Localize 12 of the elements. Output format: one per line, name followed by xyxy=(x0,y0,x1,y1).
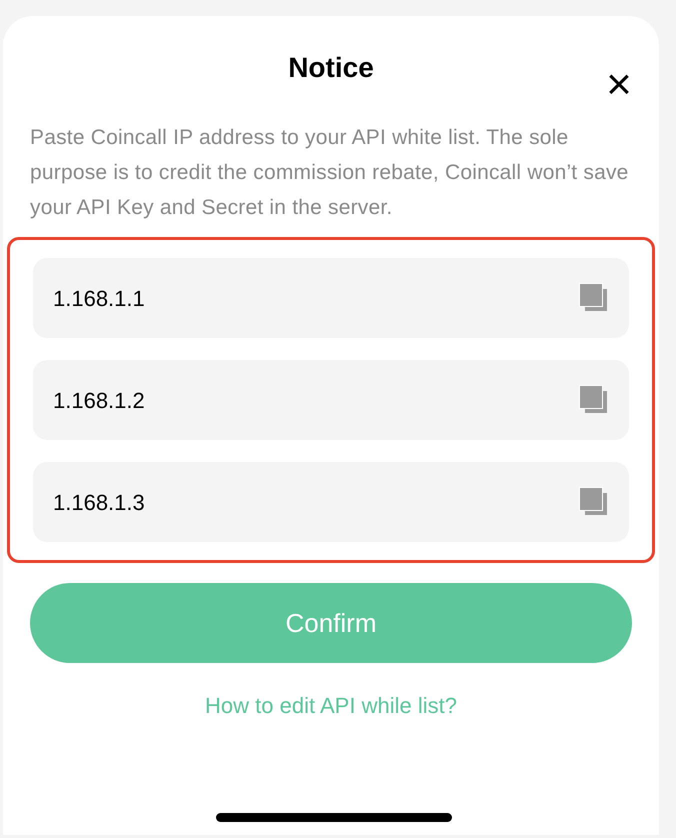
ip-address-value: 1.168.1.2 xyxy=(53,386,145,414)
notice-message: Paste Coincall IP address to your API white list. The sole purpose is to credit the commission rebate, Coincall won’t save your API Key and Secret in the server. xyxy=(30,125,630,221)
dialog-title: Notice xyxy=(288,51,374,85)
ip-address-value: 1.168.1.1 xyxy=(53,284,145,312)
copy-icon[interactable] xyxy=(579,385,609,415)
close-button[interactable]: × xyxy=(594,60,644,110)
ip-address-value: 1.168.1.3 xyxy=(53,488,145,516)
copy-icon[interactable] xyxy=(579,283,609,313)
ip-address-field[interactable]: 1.168.1.2 xyxy=(33,360,629,440)
copy-icon[interactable] xyxy=(579,487,609,517)
ip-address-field[interactable]: 1.168.1.1 xyxy=(33,258,629,338)
ip-address-field[interactable]: 1.168.1.3 xyxy=(33,462,629,542)
